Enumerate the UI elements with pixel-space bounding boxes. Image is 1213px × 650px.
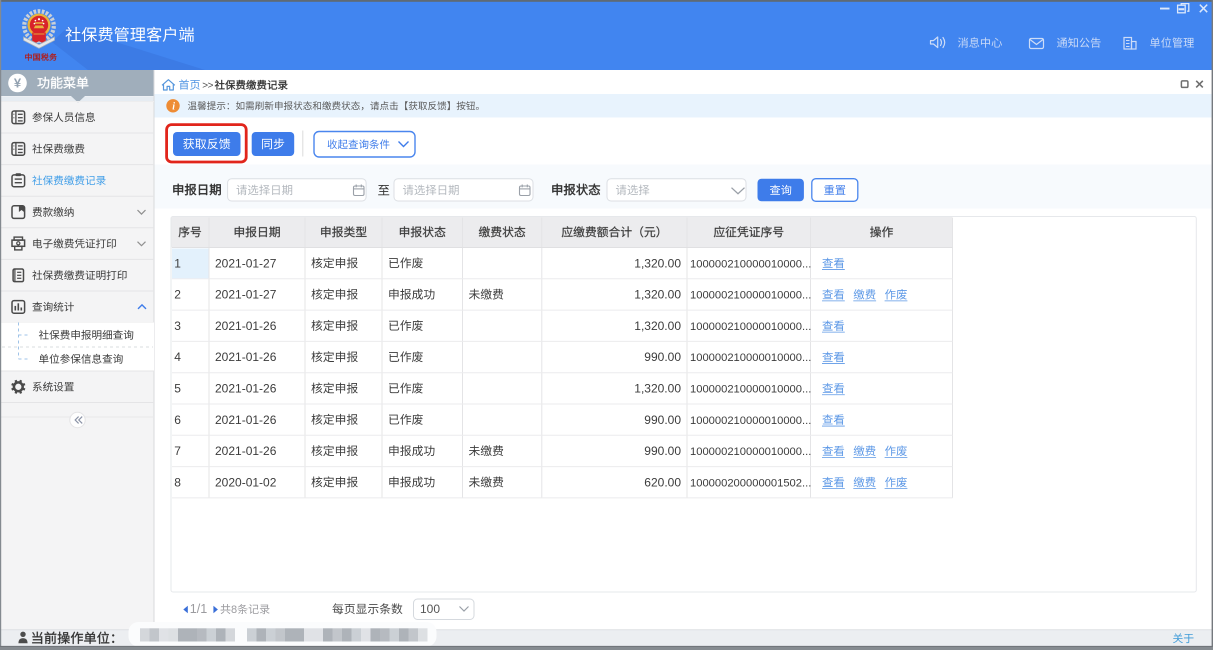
- svg-text:990.00: 990.00: [644, 413, 681, 427]
- svg-text:1: 1: [174, 256, 181, 270]
- svg-text:990.00: 990.00: [644, 444, 681, 458]
- svg-text:100000210000010000...: 100000210000010000...: [690, 258, 811, 270]
- svg-text:100000210000010000...: 100000210000010000...: [690, 321, 811, 333]
- svg-text:1,320.00: 1,320.00: [634, 319, 681, 333]
- svg-text:2021-01-26: 2021-01-26: [215, 413, 277, 427]
- svg-text:100000210000010000...: 100000210000010000...: [690, 290, 811, 302]
- svg-text:>>: >>: [202, 80, 213, 91]
- svg-text:2021-01-26: 2021-01-26: [215, 319, 277, 333]
- svg-text:2021-01-27: 2021-01-27: [215, 256, 277, 270]
- svg-text:620.00: 620.00: [644, 475, 681, 489]
- svg-text:8: 8: [231, 604, 237, 616]
- svg-text:2021-01-26: 2021-01-26: [215, 382, 277, 396]
- svg-text:7: 7: [174, 444, 181, 458]
- svg-text:4: 4: [174, 350, 181, 364]
- svg-text:100000210000010000...: 100000210000010000...: [690, 415, 811, 427]
- svg-text:2021-01-27: 2021-01-27: [215, 288, 277, 302]
- svg-text:100000200000001502...: 100000200000001502...: [690, 477, 811, 489]
- svg-text:1,320.00: 1,320.00: [634, 288, 681, 302]
- svg-text:5: 5: [174, 382, 181, 396]
- svg-text:2021-01-26: 2021-01-26: [215, 444, 277, 458]
- svg-text:2: 2: [174, 288, 181, 302]
- svg-text:8: 8: [174, 475, 181, 489]
- svg-text:100000210000010000...: 100000210000010000...: [690, 446, 811, 458]
- svg-text:1/1: 1/1: [190, 602, 208, 616]
- svg-text:100: 100: [420, 602, 440, 616]
- svg-text:100000210000010000...: 100000210000010000...: [690, 384, 811, 396]
- svg-text:100000210000010000...: 100000210000010000...: [690, 352, 811, 364]
- svg-text:3: 3: [174, 319, 181, 333]
- svg-text:2020-01-02: 2020-01-02: [215, 475, 277, 489]
- svg-text:¥: ¥: [14, 76, 22, 91]
- svg-text:i: i: [172, 102, 175, 113]
- svg-text:990.00: 990.00: [644, 350, 681, 364]
- svg-text:2021-01-26: 2021-01-26: [215, 350, 277, 364]
- svg-text:1,320.00: 1,320.00: [634, 382, 681, 396]
- svg-text:1,320.00: 1,320.00: [634, 256, 681, 270]
- svg-text:6: 6: [174, 413, 181, 427]
